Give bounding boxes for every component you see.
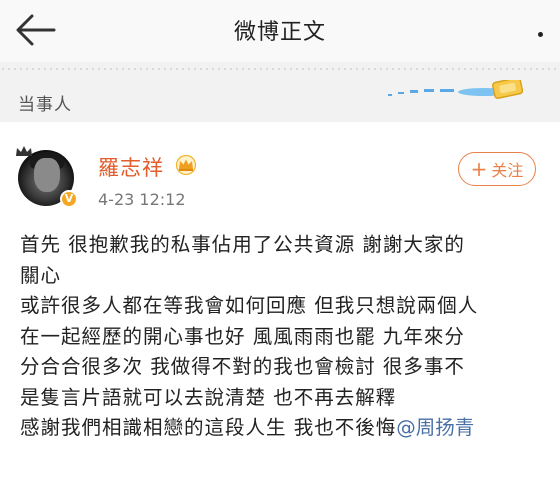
author-name[interactable]: 羅志祥	[98, 152, 164, 182]
post-line: 關心	[20, 263, 62, 287]
post-line: 在一起經歷的開心事也好 風風雨雨也罷 九年來分	[20, 324, 465, 348]
plus-icon: +	[470, 157, 488, 181]
more-dots-icon	[538, 32, 543, 37]
top-navbar: 微博正文	[0, 0, 560, 62]
post-timestamp: 4-23 12:12	[98, 190, 186, 209]
follow-button[interactable]: + 关注	[458, 152, 536, 186]
follow-label: 关注	[491, 161, 524, 180]
verified-v-icon: V	[60, 190, 78, 208]
section-header: 当事人	[0, 80, 560, 122]
crown-icon	[175, 155, 197, 175]
post-text: 首先 很抱歉我的私事佔用了公共資源 謝謝大家的 關心 或許很多人都在等我會如何回…	[20, 230, 550, 444]
mention-link[interactable]: @周扬青	[396, 416, 474, 439]
more-options-button[interactable]	[538, 22, 560, 38]
decoration-illustration	[388, 80, 524, 99]
avatar-crown-icon	[16, 146, 32, 156]
post-line-last: 感謝我們相識相戀的這段人生 我也不後悔@周扬青	[20, 413, 550, 444]
section-label: 当事人	[18, 95, 72, 115]
post-card: V 羅志祥 4-23 12:12 + 关注 首先 很抱歉我的私事佔用了公共資源 …	[0, 122, 560, 494]
divider-strip	[0, 62, 560, 80]
post-line: 分合合很多次 我做得不對的我也會檢討 很多事不	[20, 355, 465, 378]
page-title: 微博正文	[233, 20, 326, 45]
post-last-text: 感謝我們相識相戀的這段人生 我也不後悔	[20, 416, 397, 439]
post-line: 是隻言片語就可以去說清楚 也不再去解釋	[20, 385, 397, 409]
author-avatar[interactable]: V	[14, 144, 80, 210]
dotted-divider	[0, 68, 560, 70]
post-line: 或許很多人都在等我會如何回應 但我只想說兩個人	[20, 294, 479, 317]
post-line: 首先 很抱歉我的私事佔用了公共資源 謝謝大家的	[20, 233, 465, 256]
